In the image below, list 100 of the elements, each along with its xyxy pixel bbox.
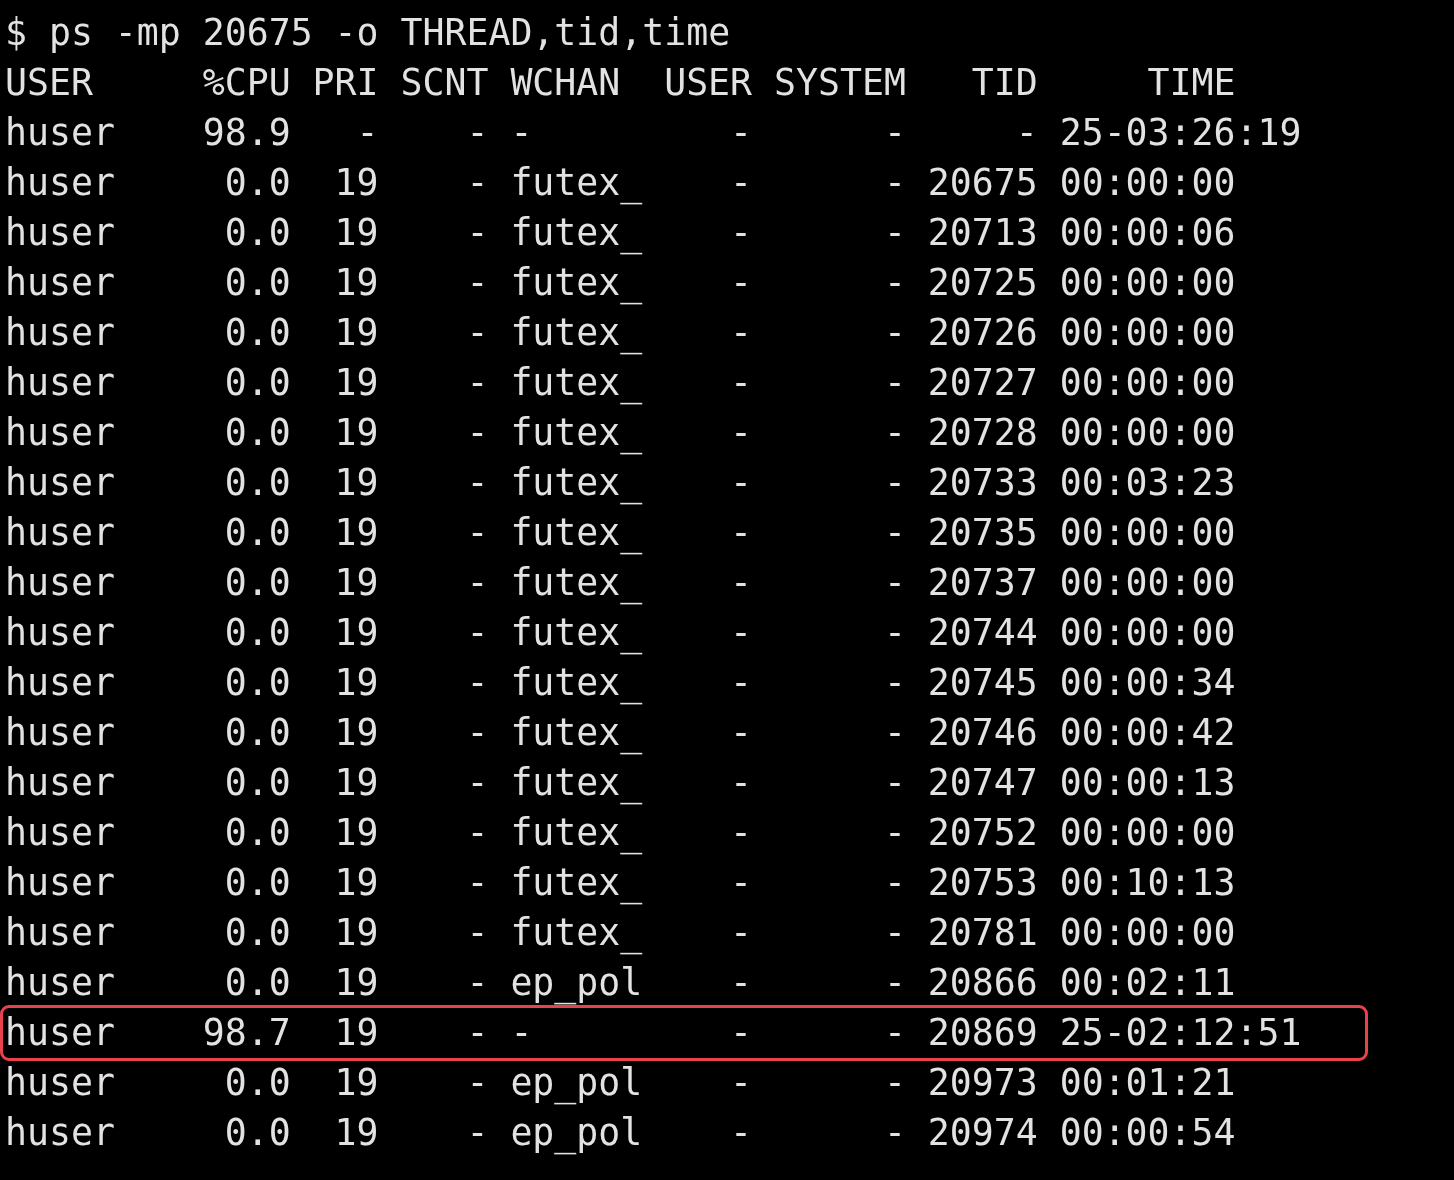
table-cell-text: 19 — [334, 260, 379, 306]
table-cell-text: 0.0 — [224, 160, 291, 206]
table-cell-text: 00:00:54 — [1059, 1110, 1236, 1156]
table-cell-text: - — [466, 1110, 489, 1156]
column-header: PRI — [312, 60, 379, 106]
table-cell-text: - — [883, 860, 906, 906]
table-cell-text: huser — [5, 610, 115, 656]
table-cell-text: ep_pol — [510, 960, 643, 1007]
table-cell-text: futex_ — [510, 710, 643, 757]
table-cell-text: 19 — [334, 610, 379, 656]
table-cell-text: futex_ — [510, 760, 643, 807]
table-cell-text: - — [883, 160, 906, 206]
table-cell-text: - — [730, 610, 753, 656]
table-cell-text: 20973 — [927, 1060, 1038, 1106]
table-cell-text: - — [730, 760, 753, 806]
table-cell-text: - — [730, 410, 753, 456]
table-cell-text: - — [466, 360, 489, 406]
table-cell-text: - — [883, 960, 906, 1006]
table-cell-text: - — [730, 110, 753, 156]
table-cell-text: 19 — [334, 660, 379, 706]
table-cell-text: 20866 — [927, 960, 1038, 1006]
column-header: USER — [5, 60, 93, 106]
table-cell-text: 20737 — [927, 560, 1038, 606]
table-cell-text: - — [730, 360, 753, 406]
table-cell-text: - — [883, 460, 906, 506]
table-cell-text: huser — [5, 760, 115, 806]
table-cell-text: - — [883, 1010, 906, 1056]
column-header: TIME — [1147, 60, 1236, 106]
column-header: SCNT — [400, 60, 489, 106]
table-cell-text: futex_ — [510, 860, 643, 907]
table-cell-text: 0.0 — [224, 210, 291, 256]
table-cell-text: - — [730, 560, 753, 606]
table-cell-text: - — [883, 710, 906, 756]
table-cell-text: 20728 — [927, 410, 1038, 456]
table-cell-text: - — [466, 760, 489, 806]
table-cell-text: 20733 — [927, 460, 1038, 506]
table-cell-text: - — [883, 360, 906, 406]
column-header: SYSTEM — [774, 60, 906, 106]
table-cell-text: huser — [5, 560, 115, 606]
table-cell-text: 20735 — [927, 510, 1038, 556]
column-header: TID — [971, 60, 1038, 106]
table-cell-text: - — [466, 110, 489, 156]
table-cell-text: - — [883, 560, 906, 606]
table-cell-text: - — [883, 260, 906, 306]
table-cell-text: huser — [5, 260, 115, 306]
column-header: USER — [664, 60, 753, 106]
table-cell-text: - — [466, 710, 489, 756]
table-cell-text: - — [730, 160, 753, 206]
table-cell-text: 0.0 — [224, 960, 291, 1006]
table-cell-text: huser — [5, 210, 115, 256]
table-cell-text: 0.0 — [224, 660, 291, 706]
table-cell-text: 20713 — [927, 210, 1038, 256]
table-cell-text: 00:00:00 — [1059, 810, 1236, 856]
table-cell-text: huser — [5, 860, 115, 906]
table-cell-text: - — [883, 1110, 906, 1156]
table-cell-text: 20727 — [927, 360, 1038, 406]
table-cell-text: - — [883, 310, 906, 356]
table-cell-text: 20726 — [927, 310, 1038, 356]
table-cell-text: 0.0 — [224, 910, 291, 956]
table-cell-text: huser — [5, 410, 115, 456]
table-cell-text: 19 — [334, 460, 379, 506]
table-cell-text: - — [883, 610, 906, 656]
table-cell-text: huser — [5, 1110, 115, 1156]
table-cell-text: - — [466, 560, 489, 606]
table-cell-text: - — [730, 1010, 753, 1056]
table-cell-text: - — [730, 310, 753, 356]
table-cell-text: futex_ — [510, 560, 643, 607]
table-cell-text: 0.0 — [224, 410, 291, 456]
table-cell-text: 19 — [334, 1010, 379, 1056]
table-cell-text: 00:00:00 — [1059, 310, 1236, 356]
table-cell-text: - — [1015, 110, 1038, 156]
table-cell-text: 19 — [334, 910, 379, 956]
table-cell-text: - — [356, 110, 379, 156]
table-cell-text: huser — [5, 1060, 115, 1106]
table-cell-text: - — [730, 660, 753, 706]
table-cell-text: 20745 — [927, 660, 1038, 706]
table-cell-text: - — [883, 410, 906, 456]
table-cell-text: 0.0 — [224, 310, 291, 356]
table-cell-text: futex_ — [510, 260, 643, 307]
table-cell-text: 98.9 — [202, 110, 291, 156]
table-cell-text: - — [466, 810, 489, 856]
table-cell-text: - — [466, 210, 489, 256]
table-cell-text: - — [466, 960, 489, 1006]
table-cell-text: - — [466, 610, 489, 656]
table-cell-text: 0.0 — [224, 810, 291, 856]
table-cell-text: 98.7 — [202, 1010, 291, 1056]
table-cell-text: 20725 — [927, 260, 1038, 306]
table-cell-text: 00:10:13 — [1059, 860, 1236, 906]
table-cell-text: - — [730, 710, 753, 756]
table-cell-text: 00:00:34 — [1059, 660, 1236, 706]
table-cell-text: huser — [5, 460, 115, 506]
table-cell-text: futex_ — [510, 360, 643, 407]
table-cell-text: huser — [5, 810, 115, 856]
table-cell-text: 0.0 — [224, 710, 291, 756]
table-cell-text: - — [883, 110, 906, 156]
table-cell-text: - — [883, 810, 906, 856]
table-cell-text: - — [730, 860, 753, 906]
table-cell-text: - — [730, 510, 753, 556]
table-cell-text: ep_pol — [510, 1110, 643, 1157]
table-cell-text: 19 — [334, 160, 379, 206]
